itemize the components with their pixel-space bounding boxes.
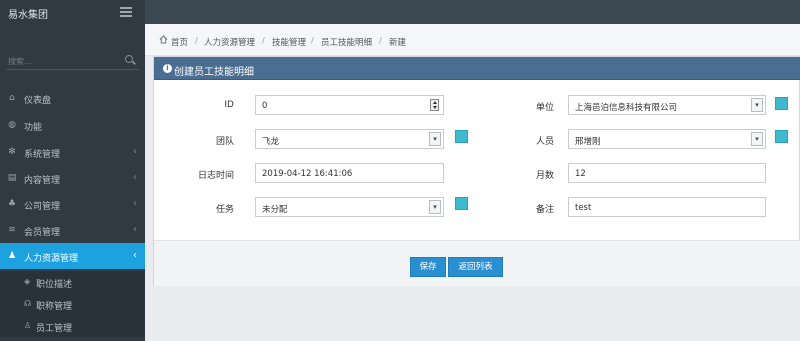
list-icon: ▤ xyxy=(7,173,17,183)
panel-heading: i 创建员工技能明细 xyxy=(154,57,800,80)
note-field[interactable]: test xyxy=(568,197,766,217)
user-icon: ♙ xyxy=(24,321,32,330)
chevron-left-icon: ‹ xyxy=(133,172,137,183)
team-value: 飞龙 xyxy=(262,137,280,147)
content-background xyxy=(145,286,800,341)
home-icon: ⌂ xyxy=(9,93,15,103)
sidebar-item-label: 功能 xyxy=(24,123,43,133)
save-button[interactable]: 保存 xyxy=(410,257,446,277)
person-label: 人员 xyxy=(535,137,554,147)
sidebar-item-members[interactable]: ≋ 会员管理 ‹ xyxy=(0,217,145,243)
add-unit-button[interactable] xyxy=(775,97,788,110)
breadcrumb: 首页 / 人力资源管理 / 技能管理 / 员工技能明细 / 新建 xyxy=(145,24,800,56)
sidebar-item-company[interactable]: ♣ 公司管理 ‹ xyxy=(0,191,145,217)
breadcrumb-hr[interactable]: 人力资源管理 xyxy=(204,36,255,48)
breadcrumb-home[interactable]: 首页 xyxy=(171,36,188,48)
breadcrumb-separator: / xyxy=(311,36,314,45)
task-select[interactable]: 未分配 ▾ xyxy=(255,197,444,217)
number-spinner-icon[interactable] xyxy=(430,99,439,111)
badge-icon: ◈ xyxy=(24,277,31,286)
breadcrumb-separator: / xyxy=(262,36,265,45)
search-input[interactable] xyxy=(8,55,118,67)
chevron-down-icon: ▾ xyxy=(751,132,763,146)
note-value: test xyxy=(575,203,592,213)
chevron-left-icon: ‹ xyxy=(133,224,137,235)
gears-icon: ✻ xyxy=(8,147,16,157)
sidebar-item-label: 仪表盘 xyxy=(24,96,52,106)
users-icon: ♟ xyxy=(7,251,17,261)
chevron-left-icon: ‹ xyxy=(133,146,137,157)
task-label: 任务 xyxy=(215,205,234,215)
sidebar-item-hr[interactable]: ♟ 人力资源管理 ‹ xyxy=(0,243,145,269)
sidebar-item-functions[interactable]: ◍ 功能 xyxy=(0,112,145,138)
note-label: 备注 xyxy=(535,205,554,215)
id-label: ID xyxy=(224,100,234,110)
unit-label: 单位 xyxy=(535,103,554,113)
sidebar-subitem-label: 职称管理 xyxy=(36,302,73,312)
add-person-button[interactable] xyxy=(775,130,788,143)
sidebar-subitem-label: 职位描述 xyxy=(36,280,73,290)
sidebar-subitem-employees[interactable]: ♙ 员工管理 xyxy=(0,315,145,337)
sidebar-item-system[interactable]: ✻ 系统管理 ‹ xyxy=(0,139,145,165)
breadcrumb-skill-detail[interactable]: 员工技能明细 xyxy=(321,36,372,48)
headset-icon: ☊ xyxy=(24,299,32,308)
team-label: 团队 xyxy=(215,137,234,147)
sidebar-subitem-label: 员工管理 xyxy=(36,324,73,334)
add-task-button[interactable] xyxy=(455,197,468,210)
team-select[interactable]: 飞龙 ▾ xyxy=(255,129,444,149)
unit-value: 上海邑泊信息科技有限公司 xyxy=(575,103,678,113)
form-actions: 保存 返回列表 xyxy=(154,240,800,286)
globe-icon: ◍ xyxy=(8,120,16,130)
org-chart-icon: ♣ xyxy=(7,199,17,209)
months-value: 12 xyxy=(575,169,586,179)
sidebar-item-label: 系统管理 xyxy=(24,150,61,160)
breadcrumb-separator: / xyxy=(195,36,198,45)
info-icon: i xyxy=(163,64,172,73)
unit-select[interactable]: 上海邑泊信息科技有限公司 ▾ xyxy=(568,95,766,115)
brand-area: 易水集团 xyxy=(0,0,145,24)
breadcrumb-current: 新建 xyxy=(389,38,407,48)
log-time-value: 2019-04-12 16:41:06 xyxy=(262,169,353,179)
form-panel: i 创建员工技能明细 ID 0 单位 上海邑泊信息科技有限公司 ▾ 团队 飞龙 … xyxy=(153,56,800,286)
id-field[interactable]: 0 xyxy=(255,95,444,115)
back-to-list-button[interactable]: 返回列表 xyxy=(448,257,503,277)
brand-title: 易水集团 xyxy=(8,10,48,21)
log-time-label: 日志时间 xyxy=(197,171,234,181)
breadcrumb-separator: / xyxy=(379,36,382,45)
chevron-down-icon: ▾ xyxy=(751,98,763,112)
chevron-left-icon: ‹ xyxy=(133,198,137,209)
add-team-button[interactable] xyxy=(455,130,468,143)
wifi-icon: ≋ xyxy=(8,225,16,235)
sidebar-item-dashboard[interactable]: ⌂ 仪表盘 xyxy=(0,85,145,111)
search-icon[interactable] xyxy=(125,55,133,63)
months-field[interactable]: 12 xyxy=(568,163,766,183)
sidebar-search xyxy=(6,50,139,70)
chevron-down-icon: ‹ xyxy=(133,250,137,261)
sidebar-item-label: 会员管理 xyxy=(24,228,61,238)
sidebar-subitem-titles[interactable]: ☊ 职称管理 xyxy=(0,293,145,315)
task-value: 未分配 xyxy=(262,205,288,215)
panel-title: 创建员工技能明细 xyxy=(174,67,254,78)
person-value: 邢增刚 xyxy=(575,137,601,147)
chevron-down-icon: ▾ xyxy=(429,200,441,214)
chevron-down-icon: ▾ xyxy=(429,132,441,146)
sidebar-item-label: 公司管理 xyxy=(24,202,61,212)
person-select[interactable]: 邢增刚 ▾ xyxy=(568,129,766,149)
sidebar-item-label: 内容管理 xyxy=(24,176,61,186)
sidebar-item-label: 人力资源管理 xyxy=(24,254,79,264)
home-icon xyxy=(159,35,168,44)
sidebar-subitem-positions[interactable]: ◈ 职位描述 xyxy=(0,271,145,293)
breadcrumb-skills[interactable]: 技能管理 xyxy=(272,36,306,48)
menu-toggle-icon[interactable] xyxy=(120,7,132,17)
months-label: 月数 xyxy=(535,171,554,181)
sidebar-item-content[interactable]: ▤ 内容管理 ‹ xyxy=(0,165,145,191)
log-time-field[interactable]: 2019-04-12 16:41:06 xyxy=(255,163,444,183)
id-value: 0 xyxy=(262,101,268,111)
